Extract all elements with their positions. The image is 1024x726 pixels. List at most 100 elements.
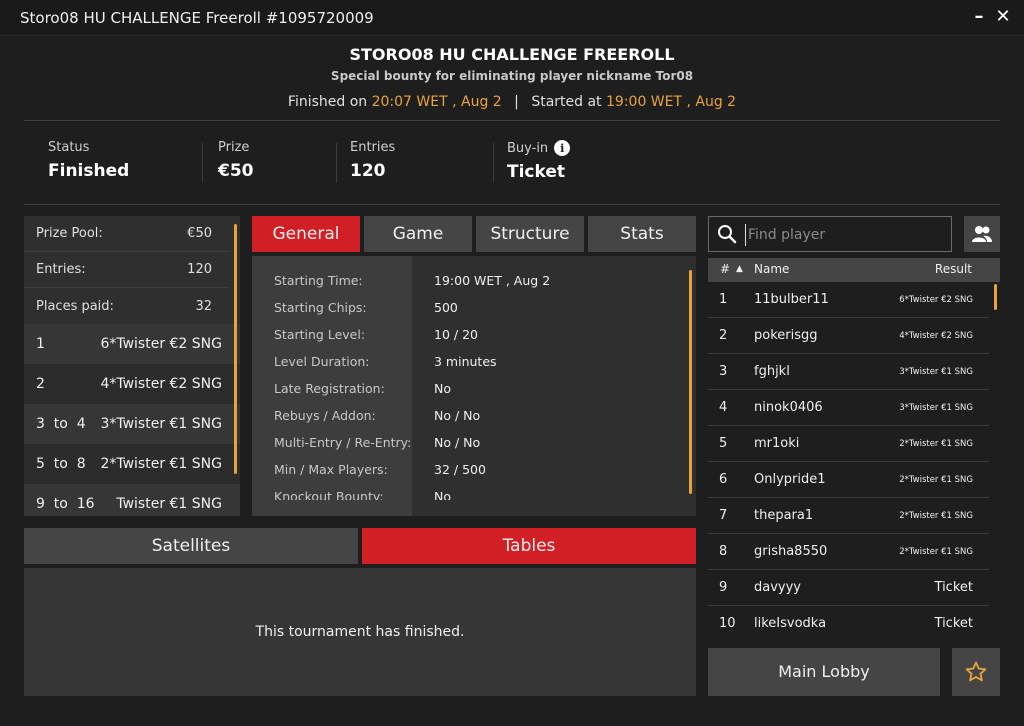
player-name: 11bulber11	[754, 292, 829, 307]
places-paid-label: Places paid:	[36, 298, 114, 314]
users-icon	[972, 226, 992, 242]
started-value: 19:00 WET , Aug 2	[606, 94, 737, 110]
prize-pool-value: €50	[187, 226, 212, 241]
prize-pool-scrollbar[interactable]	[234, 224, 237, 474]
stat-label: Prize	[218, 140, 250, 155]
main-lobby-button[interactable]: Main Lobby	[708, 648, 940, 696]
general-key: Starting Time:	[274, 273, 363, 288]
stat-value: Ticket	[507, 162, 566, 182]
stat-label: Status	[48, 140, 90, 155]
stat-entries: Entries 120	[350, 140, 395, 184]
player-row[interactable]: 8 grisha8550 2*Twister €1 SNG	[708, 534, 989, 570]
finished-label: Finished on	[287, 94, 368, 110]
player-result: 2*Twister €1 SNG	[899, 475, 973, 485]
player-search[interactable]	[708, 216, 952, 252]
player-rank: 7	[719, 508, 728, 523]
player-row[interactable]: 6 Onlypride1 2*Twister €1 SNG	[708, 462, 989, 498]
finished-message: This tournament has finished.	[255, 624, 465, 640]
entries-value: 120	[187, 262, 212, 277]
player-list-header: # ▲ Name Result	[708, 258, 1000, 282]
player-name: fghjkl	[754, 364, 790, 379]
stat-value: €50	[218, 161, 254, 181]
stat-label: Entries	[350, 140, 396, 155]
general-key: Late Registration:	[274, 381, 385, 396]
column-result[interactable]: Result	[935, 262, 972, 276]
player-rank: 5	[719, 436, 728, 451]
divider	[202, 143, 203, 183]
close-icon[interactable]: ✕	[990, 4, 1016, 30]
player-result: 2*Twister €1 SNG	[899, 439, 973, 449]
payout-prize: Twister €1 SNG	[116, 496, 222, 512]
minimize-icon[interactable]: –	[966, 4, 992, 30]
player-result: 2*Twister €1 SNG	[899, 547, 973, 557]
general-row: Level Duration: 3 minutes	[252, 349, 696, 376]
general-panel[interactable]: Starting Time: 19:00 WET , Aug 2 Startin…	[252, 256, 696, 516]
general-row: Rebuys / Addon: No / No	[252, 403, 696, 430]
general-key: Multi-Entry / Re-Entry:	[274, 435, 412, 450]
general-clip	[252, 500, 696, 516]
general-value: 19:00 WET , Aug 2	[434, 273, 551, 288]
tournament-title: STORO08 HU CHALLENGE FREEROLL	[349, 45, 675, 64]
sort-arrow-icon[interactable]: ▲	[736, 264, 743, 274]
player-result: Ticket	[934, 580, 973, 595]
payout-prize: 2*Twister €1 SNG	[100, 456, 222, 472]
player-rank: 9	[719, 580, 728, 595]
places-paid-row: Places paid: 32	[24, 288, 228, 324]
stat-buyin: Buy-in i Ticket	[507, 140, 571, 184]
player-row[interactable]: 2 pokerisgg 4*Twister €2 SNG	[708, 318, 989, 354]
player-name: Onlypride1	[754, 472, 826, 487]
tab-satellites[interactable]: Satellites	[24, 528, 358, 564]
prize-pool-panel[interactable]: Prize Pool: €50 Entries: 120 Places paid…	[24, 216, 240, 516]
entries-row: Entries: 120	[24, 252, 228, 288]
player-result: 6*Twister €2 SNG	[899, 295, 973, 305]
payout-row: 3 to 4 3*Twister €1 SNG	[24, 404, 240, 444]
player-rank: 6	[719, 472, 728, 487]
tab-game[interactable]: Game	[364, 216, 472, 252]
times-separator: |	[514, 94, 519, 110]
general-value: No / No	[434, 435, 481, 450]
star-icon	[965, 661, 987, 682]
general-value: 10 / 20	[434, 327, 478, 342]
tab-general[interactable]: General	[252, 216, 360, 252]
player-row[interactable]: 3 fghjkl 3*Twister €1 SNG	[708, 354, 989, 390]
player-row[interactable]: 10 likeIsvodka Ticket	[708, 606, 989, 642]
player-row[interactable]: 1 11bulber11 6*Twister €2 SNG	[708, 282, 989, 318]
tab-tables[interactable]: Tables	[362, 528, 696, 564]
player-list-scrollbar[interactable]	[994, 284, 997, 310]
info-icon[interactable]: i	[554, 140, 571, 156]
player-row[interactable]: 9 davyyy Ticket	[708, 570, 989, 606]
player-result: 3*Twister €1 SNG	[899, 403, 973, 413]
player-name: thepara1	[754, 508, 814, 523]
favorite-button[interactable]	[952, 648, 1000, 696]
payout-place: 9 to 16	[36, 496, 95, 512]
tab-stats[interactable]: Stats	[588, 216, 696, 252]
title-bar: Storo08 HU CHALLENGE Freeroll #109572000…	[0, 0, 1024, 36]
payout-prize: 6*Twister €2 SNG	[100, 336, 222, 352]
payout-prize: 3*Twister €1 SNG	[100, 416, 222, 432]
tab-structure[interactable]: Structure	[476, 216, 584, 252]
payout-prize: 4*Twister €2 SNG	[100, 376, 222, 392]
general-key: Starting Level:	[274, 327, 366, 342]
search-input[interactable]	[745, 224, 945, 246]
finished-value: 20:07 WET , Aug 2	[371, 94, 502, 110]
general-key: Rebuys / Addon:	[274, 408, 376, 423]
window-title: Storo08 HU CHALLENGE Freeroll #109572000…	[20, 9, 374, 27]
column-name[interactable]: Name	[754, 262, 789, 276]
player-rank: 8	[719, 544, 728, 559]
column-rank[interactable]: #	[720, 262, 730, 276]
friends-button[interactable]	[964, 216, 1000, 252]
stat-status: Status Finished	[48, 140, 129, 184]
player-row[interactable]: 7 thepara1 2*Twister €1 SNG	[708, 498, 989, 534]
player-list[interactable]: 1 11bulber11 6*Twister €2 SNG 2 pokerisg…	[708, 282, 1000, 642]
player-name: davyyy	[754, 580, 801, 595]
stat-prize: Prize €50	[218, 140, 254, 184]
player-result: 3*Twister €1 SNG	[899, 367, 973, 377]
player-row[interactable]: 5 mr1oki 2*Twister €1 SNG	[708, 426, 989, 462]
player-rank: 10	[719, 616, 736, 631]
general-row: Multi-Entry / Re-Entry: No / No	[252, 430, 696, 457]
stat-value: Finished	[48, 161, 130, 181]
general-scrollbar[interactable]	[689, 270, 692, 494]
general-value: 3 minutes	[434, 354, 497, 369]
general-value: No / No	[434, 408, 481, 423]
player-row[interactable]: 4 ninok0406 3*Twister €1 SNG	[708, 390, 989, 426]
